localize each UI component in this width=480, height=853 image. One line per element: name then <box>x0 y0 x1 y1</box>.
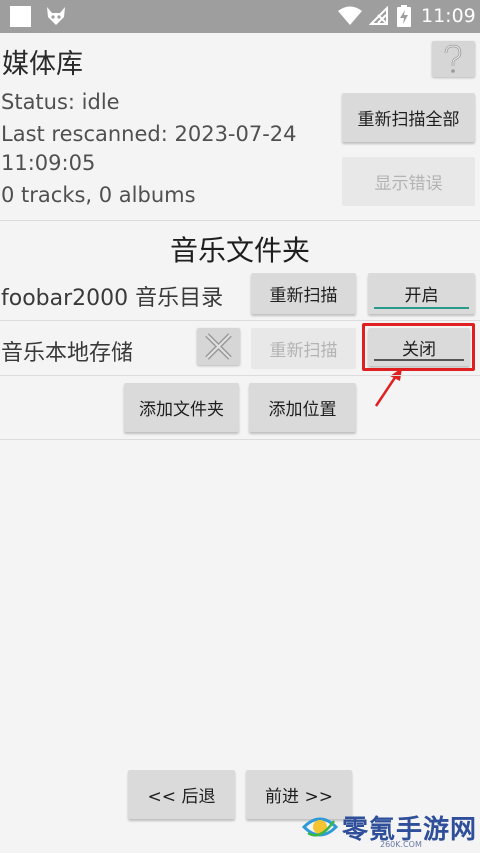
add-location-button[interactable]: 添加位置 <box>249 383 356 432</box>
folder-label-local: 音乐本地存储 <box>1 341 134 366</box>
watermark: 零氪手游网 260K.COM <box>280 803 480 853</box>
divider <box>0 375 480 376</box>
rescan-folder-label: 重新扫描 <box>269 341 338 361</box>
toggle-on-indicator <box>374 307 469 309</box>
highlight-box <box>362 323 475 371</box>
wifi-icon <box>338 6 362 25</box>
square-icon <box>10 6 31 27</box>
status-text: Status: idle <box>1 90 120 114</box>
question-mark-icon <box>444 44 462 73</box>
rescan-folder-button[interactable]: 重新扫描 <box>251 273 356 314</box>
status-time: 11:09 <box>421 5 476 27</box>
watermark-logo-icon <box>301 817 339 837</box>
rescan-folder-label: 重新扫描 <box>269 286 338 306</box>
no-signal-icon <box>369 6 388 25</box>
status-bar: 11:09 <box>0 0 480 33</box>
rescan-folder-button-disabled[interactable]: 重新扫描 <box>251 328 356 369</box>
watermark-subtext: 260K.COM <box>380 840 422 849</box>
divider <box>0 320 480 321</box>
remove-folder-button[interactable] <box>197 328 240 365</box>
last-rescanned-text: Last rescanned: 2023-07-24 <box>1 122 297 146</box>
page-title: 媒体库 <box>2 49 83 80</box>
add-folder-button[interactable]: 添加文件夹 <box>124 383 239 432</box>
toggle-on-label: 开启 <box>404 286 439 306</box>
library-counts: 0 tracks, 0 albums <box>1 183 196 207</box>
rescan-all-button[interactable]: 重新扫描全部 <box>342 93 475 142</box>
section-title: 音乐文件夹 <box>169 234 310 267</box>
folder-label-foobar: foobar2000 音乐目录 <box>1 286 224 311</box>
battery-charging-icon <box>397 5 411 27</box>
last-rescanned-time: 11:09:05 <box>1 151 96 175</box>
fox-app-icon <box>47 7 65 25</box>
show-errors-button[interactable]: 显示错误 <box>342 157 475 206</box>
back-button[interactable]: << 后退 <box>128 770 235 819</box>
divider <box>0 220 480 221</box>
divider <box>0 439 480 440</box>
close-x-icon <box>205 333 232 360</box>
toggle-on-button[interactable]: 开启 <box>368 273 475 314</box>
help-button[interactable] <box>432 41 475 77</box>
